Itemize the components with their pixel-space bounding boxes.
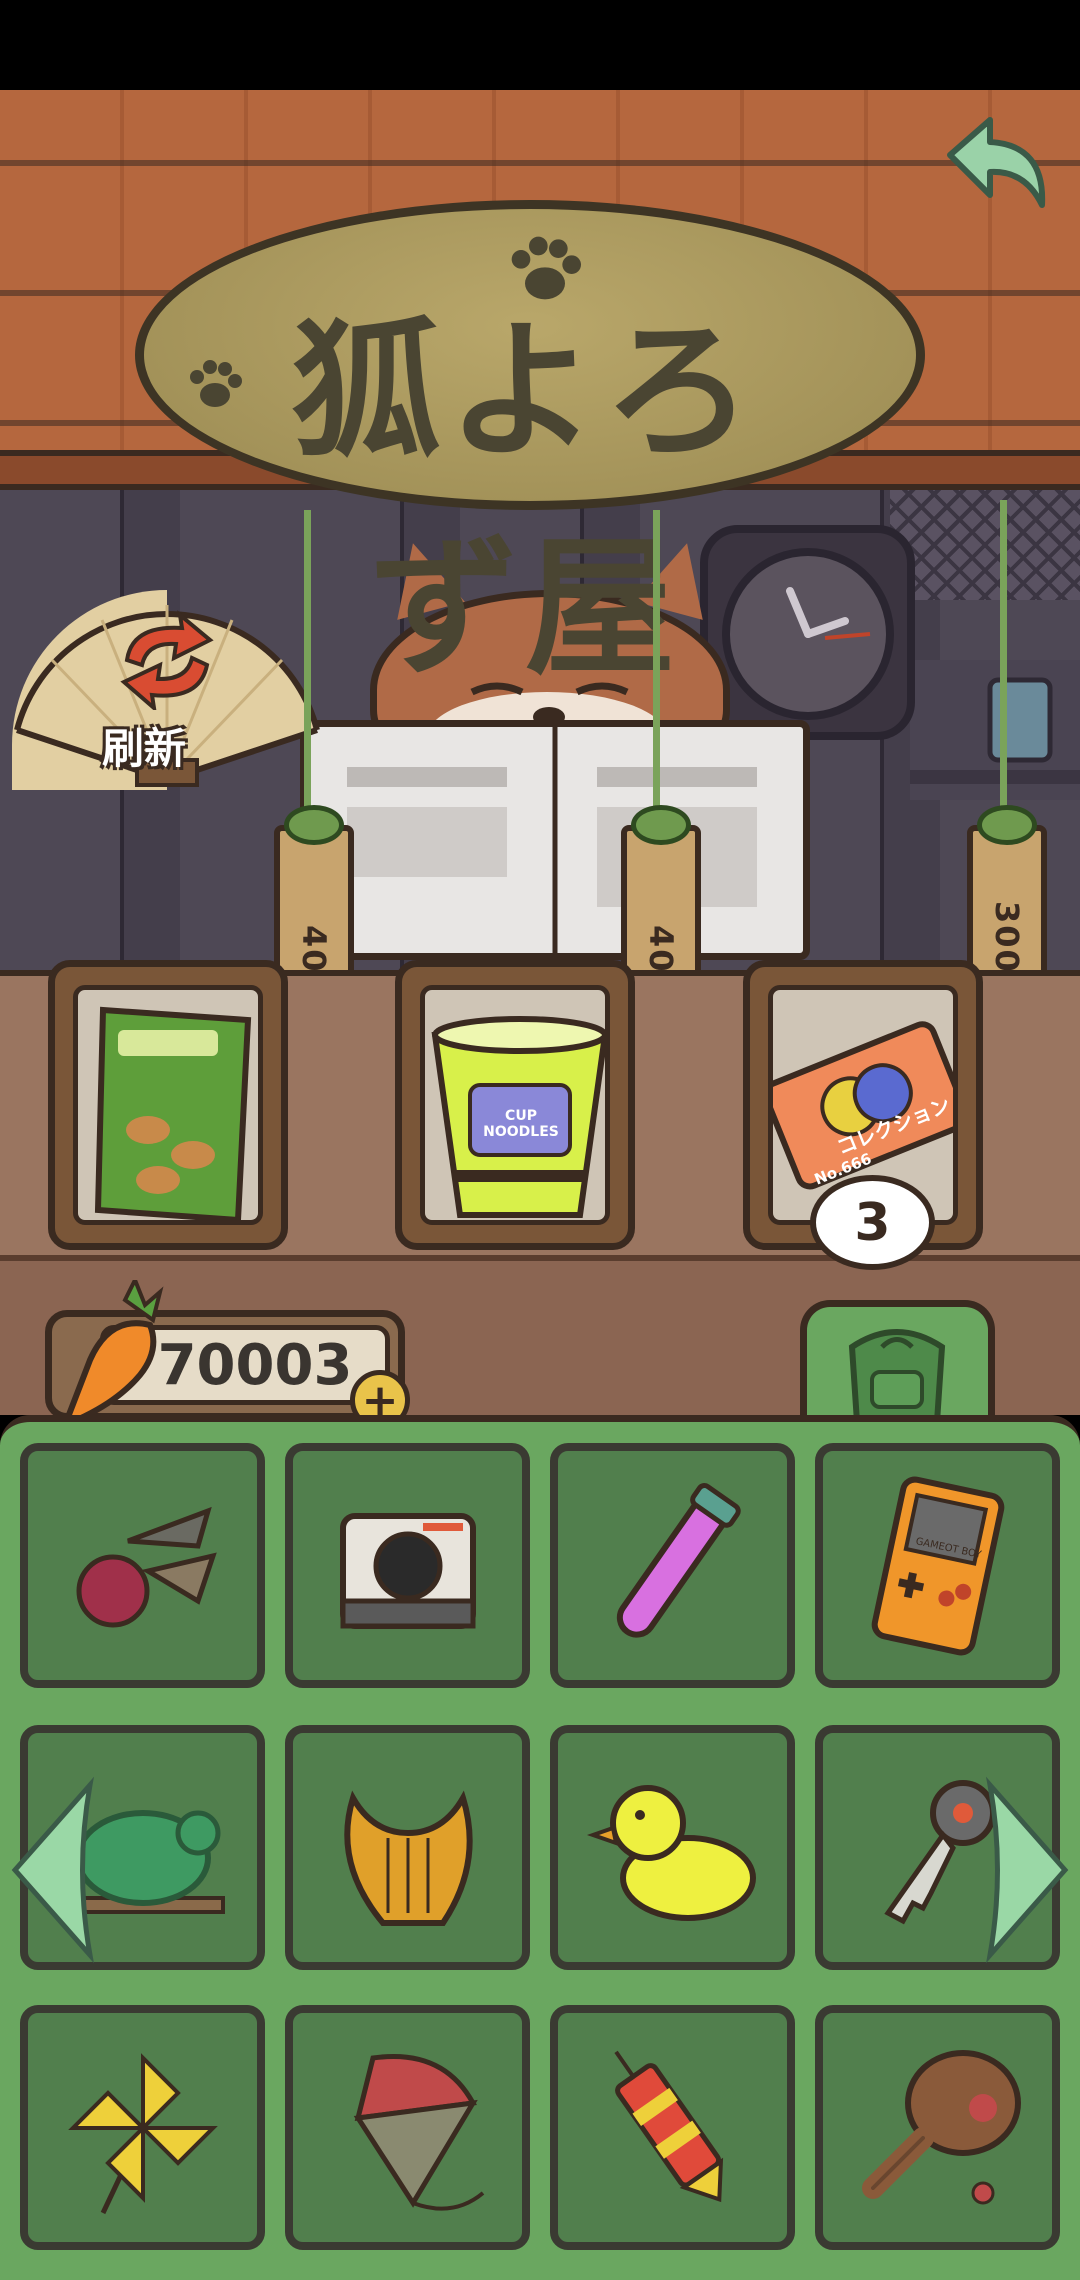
status-bar [0, 0, 1080, 90]
tag-knot [284, 805, 344, 845]
lattice-window [890, 490, 1080, 600]
ticket-count-badge: 3 [810, 1175, 935, 1270]
next-page-button[interactable] [980, 1775, 1075, 1965]
refresh-arrows-icon [120, 610, 214, 710]
previous-page-button[interactable] [5, 1775, 100, 1965]
inventory-slot-duck[interactable] [550, 1725, 795, 1970]
refresh-button[interactable]: 刷新 [12, 590, 322, 790]
inventory-slot-potion[interactable] [550, 1443, 795, 1688]
snack-bag-icon [94, 1006, 252, 1220]
arrow-left-icon [11, 1776, 95, 1964]
back-arrow-icon [947, 117, 1046, 208]
handheld-console-icon [871, 1476, 1004, 1655]
inventory-slot-top[interactable] [285, 2005, 530, 2250]
potion-tube-icon [616, 1482, 741, 1638]
shop-item-cup-noodle[interactable]: CUP NOODLES [395, 960, 635, 1250]
rocket-firework-icon [613, 2050, 723, 2202]
inventory-slot-console[interactable]: GAMEOT BOY [815, 1443, 1060, 1688]
pinwheel-icon [67, 2052, 218, 2214]
inventory-slot-lyre[interactable] [285, 1725, 530, 1970]
price-tag-value: 40 [295, 925, 333, 974]
spinning-top-icon [353, 2053, 484, 2211]
inventory-slot-camera[interactable] [285, 1443, 530, 1688]
castanets-icon [76, 1506, 217, 1627]
newspaper [300, 720, 810, 960]
back-shelf [910, 660, 1080, 800]
price-tag-value: 300 [988, 901, 1026, 974]
tag-rope [304, 510, 311, 820]
tag-rope [653, 510, 660, 820]
inventory-slot-rocket[interactable] [550, 2005, 795, 2250]
instant-camera-icon [339, 1512, 476, 1629]
cup-label: CUP NOODLES [483, 1108, 559, 1140]
refresh-label: 刷新 [102, 724, 187, 773]
carrot-icon [59, 1280, 164, 1430]
paddle-toy-icon [861, 2049, 1021, 2204]
inventory-slot-paddle[interactable] [815, 2005, 1060, 2250]
tag-knot [631, 805, 691, 845]
inventory-slot-pinwheel[interactable] [20, 2005, 265, 2250]
shop-item-snack[interactable] [48, 960, 288, 1250]
tag-rope [1000, 500, 1007, 820]
arrow-right-icon [985, 1776, 1069, 1964]
lyre-icon [343, 1789, 473, 1926]
price-tag-value: 40 [642, 925, 680, 974]
rubber-duck-icon [586, 1784, 756, 1921]
back-button[interactable] [930, 110, 1060, 220]
inventory-slot-castanets[interactable] [20, 1443, 265, 1688]
tag-knot [977, 805, 1037, 845]
